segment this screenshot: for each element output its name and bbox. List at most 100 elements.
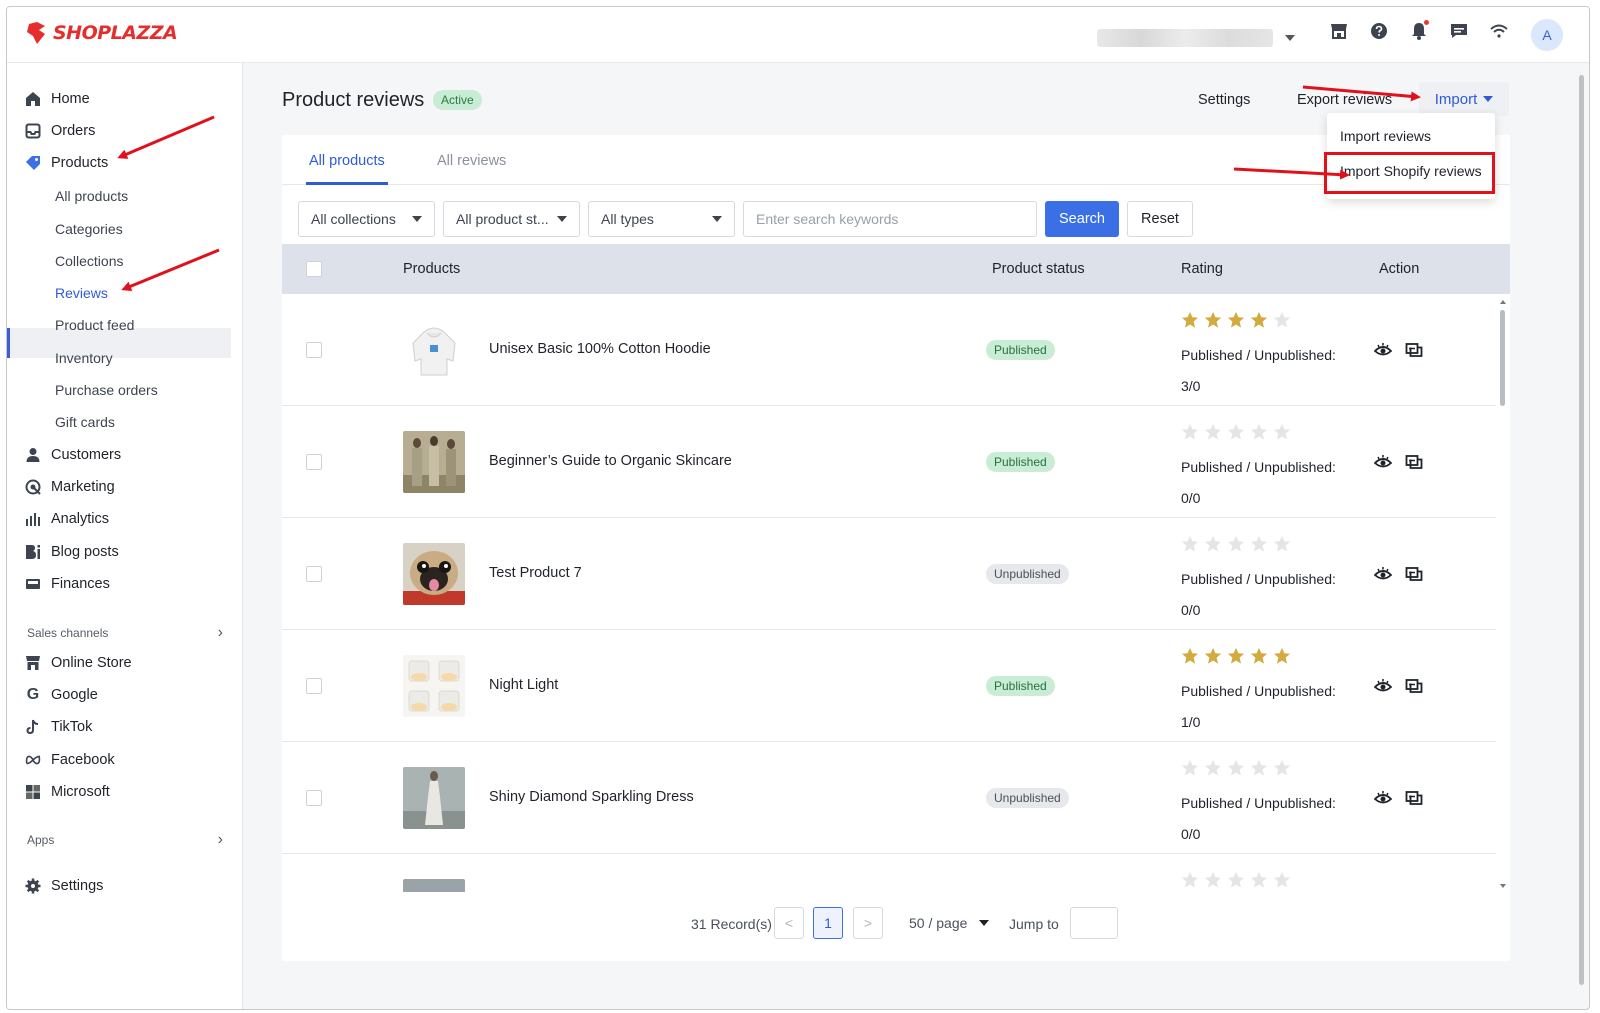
sidebar-sub-collections[interactable]: Collections [55, 249, 123, 273]
shoplazza-logo[interactable]: SHOPLAZZA [25, 20, 178, 46]
search-input[interactable] [743, 201, 1037, 237]
annotation-highlight-box [1324, 152, 1495, 194]
view-icon[interactable] [1373, 789, 1393, 807]
row-checkbox[interactable] [306, 566, 322, 582]
next-page-button[interactable]: > [853, 907, 883, 939]
row-checkbox[interactable] [306, 790, 322, 806]
prev-page-button[interactable]: < [774, 907, 804, 939]
reviews-icon[interactable] [1405, 565, 1423, 583]
chevron-right-icon: › [217, 624, 223, 641]
star-empty-icon [1181, 871, 1199, 888]
collections-filter[interactable]: All collections [298, 201, 435, 237]
sidebar-item-blog-posts[interactable]: Blog posts [25, 540, 119, 564]
product-thumbnail [403, 543, 465, 605]
sidebar-item-label: Settings [51, 878, 104, 894]
sidebar-sub-reviews[interactable]: Reviews [55, 281, 108, 305]
sidebar-item-finances[interactable]: Finances [25, 572, 110, 596]
product-name[interactable]: Beginner’s Guide to Organic Skincare [489, 453, 732, 469]
row-checkbox[interactable] [306, 678, 322, 694]
star-empty-icon [1250, 871, 1268, 888]
table-row[interactable]: Shiny Diamond Sparkling Dress Unpublishe… [282, 742, 1496, 854]
store-icon[interactable] [1329, 21, 1349, 41]
store-selector[interactable] [1097, 27, 1297, 49]
sidebar-item-customers[interactable]: Customers [25, 443, 121, 467]
jump-to-input[interactable] [1070, 907, 1118, 939]
reviews-icon[interactable] [1405, 453, 1423, 471]
row-checkbox[interactable] [306, 454, 322, 470]
page-title: Product reviews [282, 89, 425, 111]
reviews-icon[interactable] [1405, 677, 1423, 695]
sidebar-sub-all-products[interactable]: All products [55, 184, 128, 208]
reset-button[interactable]: Reset [1127, 201, 1193, 237]
table-row[interactable]: Unisex Basic 100% Cotton Hoodie Publishe… [282, 294, 1496, 406]
sidebar-item-google[interactable]: G Google [25, 683, 98, 707]
sales-channels-header[interactable]: Sales channels › [27, 624, 223, 642]
sidebar-item-settings[interactable]: Settings [25, 874, 103, 898]
sidebar-sub-gift-cards[interactable]: Gift cards [55, 410, 115, 434]
table-row[interactable]: Night Light Published Published / Unpubl… [282, 630, 1496, 742]
types-filter[interactable]: All types [588, 201, 735, 237]
sidebar-item-products[interactable]: Products [25, 151, 108, 175]
rating-label: Published / Unpublished: [1181, 571, 1336, 587]
apps-header[interactable]: Apps › [27, 831, 223, 849]
product-name[interactable]: Night Light [489, 677, 558, 693]
sidebar-item-marketing[interactable]: Marketing [25, 475, 115, 499]
star-filled-icon [1181, 647, 1199, 664]
table-scrollbar[interactable] [1498, 298, 1506, 892]
sidebar-item-microsoft[interactable]: Microsoft [25, 780, 110, 804]
page-1-button[interactable]: 1 [813, 907, 843, 939]
help-icon[interactable] [1369, 21, 1389, 41]
tab-all-reviews[interactable]: All reviews [437, 153, 506, 169]
scroll-down-icon[interactable] [1499, 882, 1507, 890]
search-button[interactable]: Search [1045, 201, 1119, 237]
scrollbar-thumb[interactable] [1500, 310, 1505, 406]
sidebar-item-facebook[interactable]: Facebook [25, 748, 115, 772]
sidebar-sub-inventory[interactable]: Inventory [55, 346, 113, 370]
sidebar-item-tiktok[interactable]: TikTok [25, 715, 92, 739]
product-status-filter[interactable]: All product st... [443, 201, 580, 237]
view-icon[interactable] [1373, 341, 1393, 359]
select-all-checkbox[interactable] [306, 261, 322, 277]
bell-icon[interactable] [1409, 20, 1429, 41]
reviews-icon[interactable] [1405, 789, 1423, 807]
person-icon [25, 447, 41, 463]
product-name[interactable]: Unisex Basic 100% Cotton Hoodie [489, 341, 711, 357]
sidebar-item-analytics[interactable]: Analytics [25, 507, 109, 531]
sidebar-sub-purchase-orders[interactable]: Purchase orders [55, 378, 158, 402]
product-name[interactable]: Shiny Diamond Sparkling Dress [489, 789, 694, 805]
table-row[interactable]: Beginner’s Guide to Organic Skincare Pub… [282, 406, 1496, 518]
wifi-icon[interactable] [1489, 21, 1509, 41]
reviews-icon[interactable] [1405, 341, 1423, 359]
product-name[interactable]: Test Product 7 [489, 565, 582, 581]
sidebar-item-orders[interactable]: Orders [25, 119, 95, 143]
import-reviews-option[interactable]: Import reviews [1340, 128, 1431, 144]
settings-link[interactable]: Settings [1198, 92, 1250, 108]
star-filled-icon [1250, 311, 1268, 328]
chat-icon[interactable] [1449, 21, 1469, 41]
page-size-select[interactable]: 50 / page [909, 907, 990, 939]
page-scrollbar[interactable] [1575, 63, 1587, 1009]
sidebar-item-label: Online Store [51, 655, 132, 671]
sidebar-sub-product-feed[interactable]: Product feed [55, 313, 134, 337]
sidebar-item-label: Blog posts [51, 544, 119, 560]
tab-all-products[interactable]: All products [309, 153, 385, 169]
sidebar-sub-categories[interactable]: Categories [55, 217, 123, 241]
page-scrollbar-thumb[interactable] [1579, 75, 1584, 985]
view-icon[interactable] [1373, 677, 1393, 695]
view-icon[interactable] [1373, 565, 1393, 583]
scroll-up-icon[interactable] [1499, 298, 1507, 306]
star-filled-icon [1181, 311, 1199, 328]
import-button[interactable]: Import [1419, 82, 1509, 116]
table-row[interactable]: Test Product 7 Unpublished Published / U… [282, 518, 1496, 630]
table-row-partial[interactable] [282, 854, 1496, 892]
sidebar-item-home[interactable]: Home [25, 87, 90, 111]
row-checkbox[interactable] [306, 342, 322, 358]
sidebar-item-online-store[interactable]: Online Store [25, 651, 132, 675]
view-icon[interactable] [1373, 453, 1393, 471]
inbox-icon [25, 123, 41, 139]
export-reviews-link[interactable]: Export reviews [1297, 92, 1392, 108]
star-empty-icon [1273, 871, 1291, 888]
avatar[interactable]: A [1531, 19, 1563, 51]
table-body: Unisex Basic 100% Cotton Hoodie Publishe… [282, 294, 1496, 892]
product-status-badge: Unpublished [986, 564, 1069, 584]
